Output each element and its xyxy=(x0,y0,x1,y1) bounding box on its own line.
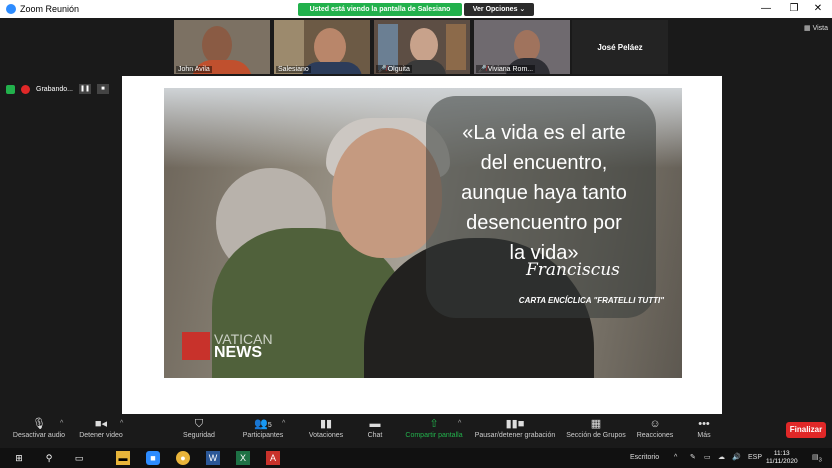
battery-icon[interactable]: ▭ xyxy=(704,450,711,466)
more-button[interactable]: ••• Más xyxy=(692,416,716,446)
shield-icon: ⛉ xyxy=(194,418,204,430)
screen-share-banner: Usted está viendo la pantalla de Salesia… xyxy=(298,3,462,16)
excel-icon[interactable]: X xyxy=(236,451,250,465)
window-titlebar: Zoom Reunión Usted está viendo la pantal… xyxy=(0,0,832,18)
participant-tile[interactable]: 🎤̸Olguita xyxy=(374,20,470,74)
breakout-rooms-icon: ▦ xyxy=(590,418,602,430)
shared-screen: «La vida es el arte del encuentro, aunqu… xyxy=(122,76,722,414)
active-speaker-tile[interactable]: José Peláez xyxy=(572,20,668,74)
meeting-area: John Avila Salesiano 🎤̸Olguita 🎤̸Viviana… xyxy=(0,18,832,414)
audio-options-caret[interactable]: ^ xyxy=(60,420,63,427)
taskbar-clock[interactable]: 11:13 11/11/2020 xyxy=(766,450,798,466)
chrome-icon[interactable]: ● xyxy=(176,451,190,465)
word-icon[interactable]: W xyxy=(206,451,220,465)
share-screen-button[interactable]: ⇧ Compartir pantalla xyxy=(402,416,466,446)
chat-button[interactable]: ▬ Chat xyxy=(360,416,390,446)
quote-text: «La vida es el arte del encuentro, aunqu… xyxy=(461,122,627,264)
participants-caret[interactable]: ^ xyxy=(282,420,285,427)
participant-name: Salesiano xyxy=(276,66,311,73)
participant-tile[interactable]: 🎤̸Viviana Rom... xyxy=(474,20,570,74)
participant-tile[interactable]: Salesiano xyxy=(274,20,370,74)
polls-button[interactable]: ▮▮ Votaciones xyxy=(304,416,348,446)
participants-icon: 👥5 xyxy=(254,418,272,430)
microphone-icon: 🎙 xyxy=(32,418,46,430)
window-title: Zoom Reunión xyxy=(20,4,80,14)
signature: Franciscus xyxy=(526,260,620,280)
polls-icon: ▮▮ xyxy=(319,418,333,430)
muted-mic-icon: 🎤̸ xyxy=(378,66,387,73)
tray-overflow-icon[interactable]: ^ xyxy=(674,450,677,466)
participant-name: 🎤̸Olguita xyxy=(376,65,412,73)
participant-name: John Avila xyxy=(176,66,212,73)
acrobat-icon[interactable]: A xyxy=(266,451,280,465)
participant-count: 5 xyxy=(267,422,272,429)
close-button[interactable]: ✕ xyxy=(804,0,832,18)
reactions-icon: ☺ xyxy=(649,418,661,430)
quote-source: CARTA ENCÍCLICA "FRATELLI TUTTI" xyxy=(518,296,664,305)
zoom-app-icon xyxy=(6,4,16,14)
windows-start-icon[interactable]: ⊞ xyxy=(12,451,26,465)
slide-photo: «La vida es el arte del encuentro, aunqu… xyxy=(164,88,682,378)
pause-record-icon: ▮▮■ xyxy=(505,418,525,430)
windows-taskbar: ⊞ ⚲ ▭ ▬ ■ ● W X A Escritorio ^ ✎ ▭ ☁ 🔊 E… xyxy=(0,448,832,468)
notifications-icon[interactable]: ▤3 xyxy=(812,450,822,468)
pause-recording-icon[interactable]: ❚❚ xyxy=(78,84,91,94)
recording-dot-icon xyxy=(21,84,30,94)
recording-indicator: Grabando... ❚❚ ■ xyxy=(6,82,109,96)
video-camera-icon: ■◂ xyxy=(94,418,108,430)
file-explorer-icon[interactable]: ▬ xyxy=(116,451,130,465)
pen-icon[interactable]: ✎ xyxy=(690,450,696,466)
encryption-shield-icon xyxy=(6,84,15,94)
chat-icon: ▬ xyxy=(369,418,381,430)
minimize-button[interactable]: — xyxy=(752,0,780,18)
zoom-taskbar-icon[interactable]: ■ xyxy=(146,451,160,465)
security-button[interactable]: ⛉ Seguridad xyxy=(176,416,222,446)
muted-mic-icon: 🎤̸ xyxy=(478,66,487,73)
volume-icon[interactable]: 🔊 xyxy=(732,450,741,466)
vatican-news-logo: VATICAN NEWS xyxy=(182,332,273,361)
end-meeting-button[interactable]: Finalizar xyxy=(786,422,826,438)
vatican-seal-icon xyxy=(182,332,210,360)
desktop-toolbar-label[interactable]: Escritorio xyxy=(630,450,659,466)
participant-name: 🎤̸Viviana Rom... xyxy=(476,65,536,73)
onedrive-icon[interactable]: ☁ xyxy=(718,450,725,466)
pause-recording-button[interactable]: ▮▮■ Pausar/detener grabación xyxy=(472,416,558,446)
breakout-rooms-button[interactable]: ▦ Sección de Grupos xyxy=(564,416,628,446)
share-options-caret[interactable]: ^ xyxy=(458,420,461,427)
video-options-caret[interactable]: ^ xyxy=(120,420,123,427)
view-label: Vista xyxy=(812,25,828,32)
language-indicator[interactable]: ESP xyxy=(748,450,762,466)
meeting-toolbar: 🎙 Desactivar audio ^ ■◂ Detener video ^ … xyxy=(0,414,832,448)
share-screen-icon: ⇧ xyxy=(429,418,439,430)
more-icon: ••• xyxy=(698,418,710,430)
participant-tile[interactable]: John Avila xyxy=(174,20,270,74)
view-options-button[interactable]: Ver Opciones ⌄ xyxy=(464,3,534,16)
stop-recording-icon[interactable]: ■ xyxy=(96,84,109,94)
view-button[interactable]: ▦ Vista xyxy=(804,24,828,32)
reactions-button[interactable]: ☺ Reacciones xyxy=(634,416,676,446)
participants-button[interactable]: 👥5 Participantes xyxy=(238,416,288,446)
recording-label: Grabando... xyxy=(36,85,73,93)
task-view-icon[interactable]: ▭ xyxy=(72,451,86,465)
search-icon[interactable]: ⚲ xyxy=(42,451,56,465)
